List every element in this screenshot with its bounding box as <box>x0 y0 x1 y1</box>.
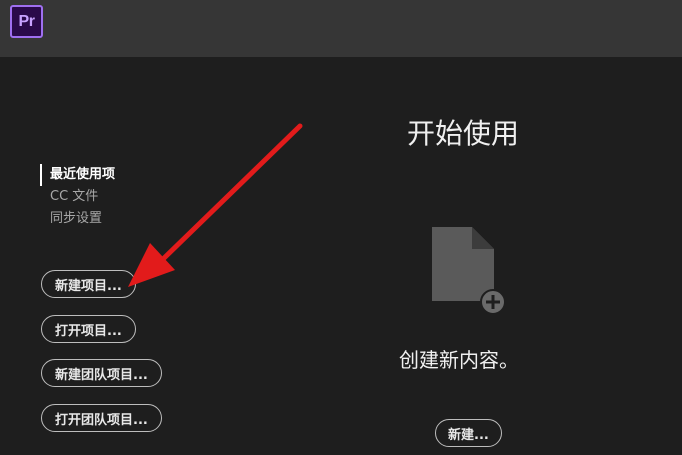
new-project-button[interactable]: 新建项目... <box>41 270 136 298</box>
nav-item-cc-files[interactable]: CC 文件 <box>40 186 115 208</box>
sidebar-nav: 最近使用项 CC 文件 同步设置 <box>40 164 115 230</box>
welcome-panel <box>0 57 682 455</box>
nav-item-sync-settings[interactable]: 同步设置 <box>40 208 115 230</box>
getting-started-title: 开始使用 <box>407 117 520 150</box>
nav-item-recent[interactable]: 最近使用项 <box>40 164 115 186</box>
open-project-button[interactable]: 打开项目... <box>41 315 136 343</box>
new-team-project-button[interactable]: 新建团队项目... <box>41 359 162 387</box>
logo-text: Pr <box>18 12 35 30</box>
new-button[interactable]: 新建... <box>435 419 502 447</box>
open-team-project-button[interactable]: 打开团队项目... <box>41 404 162 432</box>
new-file-plus-icon <box>432 227 506 315</box>
premiere-pro-logo: Pr <box>10 5 43 38</box>
create-new-content-text: 创建新内容。 <box>399 348 519 372</box>
title-bar: Pr <box>0 0 682 57</box>
